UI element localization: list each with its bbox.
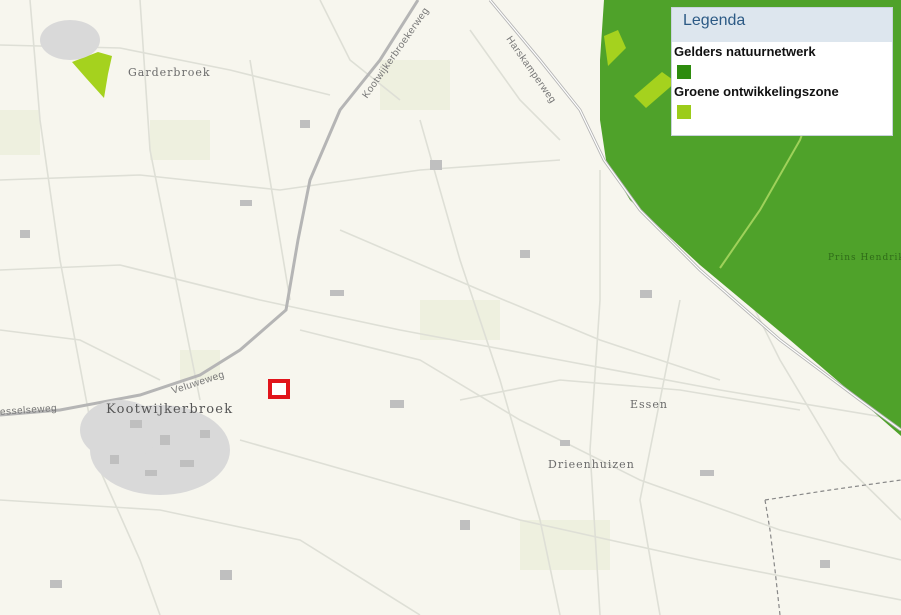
legend-title: Legenda [672,8,892,42]
legend-item-gelders-natuurnetwerk: Gelders natuurnetwerk [672,44,892,79]
legend-item-label: Gelders natuurnetwerk [674,44,816,59]
legend-item-groene-ontwikkelingszone: Groene ontwikkelingszone [672,84,892,119]
location-marker[interactable] [268,379,290,399]
map-view[interactable]: Garderbroek Kootwijkerbroek Essen Drieen… [0,0,901,615]
place-label-drieenhuizen: Drieenhuizen [548,458,635,471]
place-label-essen: Essen [630,398,668,411]
legend-swatch-groene-ontwikkelingszone [677,105,691,119]
place-label-garderbroek: Garderbroek [128,66,211,79]
place-label-prins-hendrik: Prins Hendrik [828,253,901,263]
legend-swatch-gelders-natuurnetwerk [677,65,691,79]
legend-item-label: Groene ontwikkelingszone [674,84,839,99]
legend-panel: Legenda Gelders natuurnetwerk Groene ont… [671,7,893,136]
field-patches [0,60,610,570]
place-label-kootwijkerbroek: Kootwijkerbroek [106,402,234,417]
